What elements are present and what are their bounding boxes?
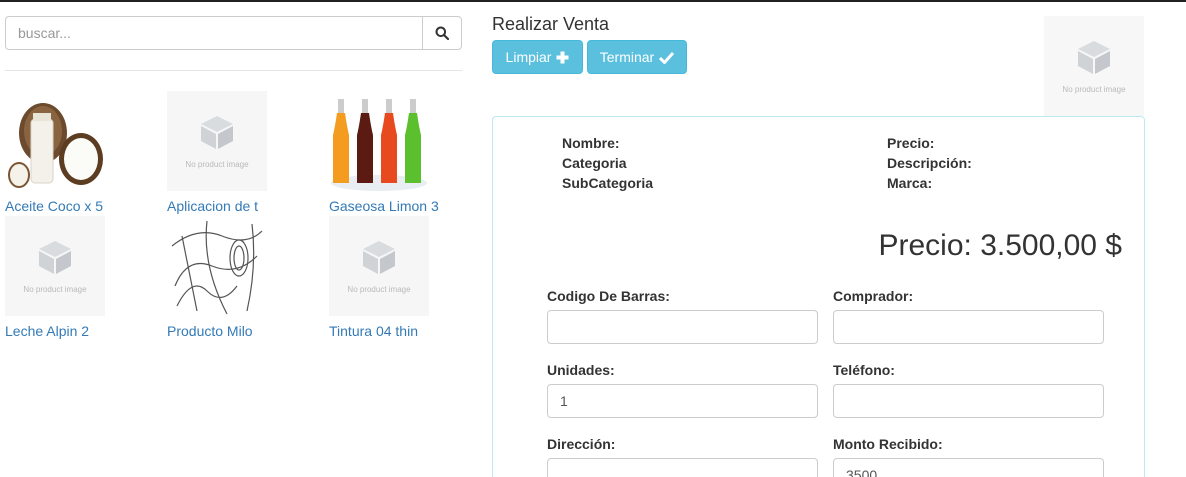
- product-name[interactable]: Gaseosa Limon 3: [329, 198, 439, 214]
- product-name[interactable]: Producto Milo: [167, 323, 253, 339]
- box-icon: [39, 240, 71, 274]
- no-image-label: No product image: [185, 159, 249, 169]
- monto-recibido-input[interactable]: [833, 458, 1104, 477]
- comprador-input[interactable]: [833, 310, 1104, 344]
- nombre-label: Nombre:: [562, 135, 620, 151]
- direccion-input[interactable]: [547, 458, 818, 477]
- box-icon: [1078, 40, 1110, 74]
- page-title: Realizar Venta: [492, 14, 610, 34]
- product-card[interactable]: No product image Tintura 04 thin: [329, 216, 479, 339]
- unidades-input[interactable]: [547, 384, 818, 418]
- terminar-label: Terminar: [599, 49, 655, 65]
- product-card[interactable]: Aceite Coco x 5: [5, 91, 155, 214]
- search-input[interactable]: [5, 16, 422, 50]
- no-image-label: No product image: [1062, 84, 1126, 94]
- product-image-sketch[interactable]: [167, 216, 267, 316]
- codigo-label: Codigo De Barras:: [547, 288, 670, 304]
- no-image-label: No product image: [347, 284, 411, 294]
- product-image-coconut[interactable]: [5, 91, 105, 191]
- product-name[interactable]: Aplicacion de t: [167, 198, 258, 214]
- product-name[interactable]: Aceite Coco x 5: [5, 198, 103, 214]
- comprador-label: Comprador:: [833, 288, 914, 304]
- subcategoria-label: SubCategoria: [562, 175, 654, 191]
- no-image-label: No product image: [23, 284, 87, 294]
- product-card[interactable]: Producto Milo: [167, 216, 317, 339]
- product-details-left: Nombre: Categoria SubCategoria: [562, 133, 653, 193]
- marca-label: Marca:: [887, 175, 933, 191]
- product-card[interactable]: No product image Aplicacion de t: [167, 91, 317, 214]
- categoria-label: Categoria: [562, 155, 627, 171]
- box-icon: [201, 115, 233, 149]
- price-total: Precio: 3.500,00 $: [878, 229, 1122, 262]
- telefono-label: Teléfono:: [833, 362, 895, 378]
- terminar-button[interactable]: Terminar: [587, 40, 687, 74]
- check-icon: [659, 51, 675, 64]
- direccion-label: Dirección:: [547, 436, 616, 452]
- codigo-barras-input[interactable]: [547, 310, 818, 344]
- top-border: [0, 0, 1186, 2]
- search-button[interactable]: [422, 16, 462, 50]
- telefono-input[interactable]: [833, 384, 1104, 418]
- box-icon: [363, 240, 395, 274]
- product-name[interactable]: Leche Alpin 2: [5, 323, 89, 339]
- product-details-right: Precio: Descripción: Marca:: [887, 133, 972, 193]
- limpiar-button[interactable]: Limpiar: [492, 40, 583, 74]
- divider: [5, 70, 462, 71]
- precio-label: Precio:: [887, 135, 935, 151]
- limpiar-label: Limpiar: [505, 49, 552, 65]
- no-product-image[interactable]: No product image: [329, 216, 429, 316]
- search-bar: [5, 16, 462, 50]
- no-product-image[interactable]: No product image: [5, 216, 105, 316]
- sale-panel: Nombre: Categoria SubCategoria Precio: D…: [492, 116, 1145, 477]
- no-product-image[interactable]: No product image: [167, 91, 267, 191]
- search-icon: [435, 26, 449, 40]
- product-name[interactable]: Tintura 04 thin: [329, 323, 418, 339]
- unidades-label: Unidades:: [547, 362, 615, 378]
- product-card[interactable]: No product image Leche Alpin 2: [5, 216, 155, 339]
- product-image-bottles[interactable]: [329, 91, 429, 191]
- plus-icon: [556, 51, 569, 63]
- selected-product-image: No product image: [1044, 16, 1144, 116]
- descripcion-label: Descripción:: [887, 155, 972, 171]
- product-card[interactable]: Gaseosa Limon 3: [329, 91, 479, 214]
- monto-label: Monto Recibido:: [833, 436, 943, 452]
